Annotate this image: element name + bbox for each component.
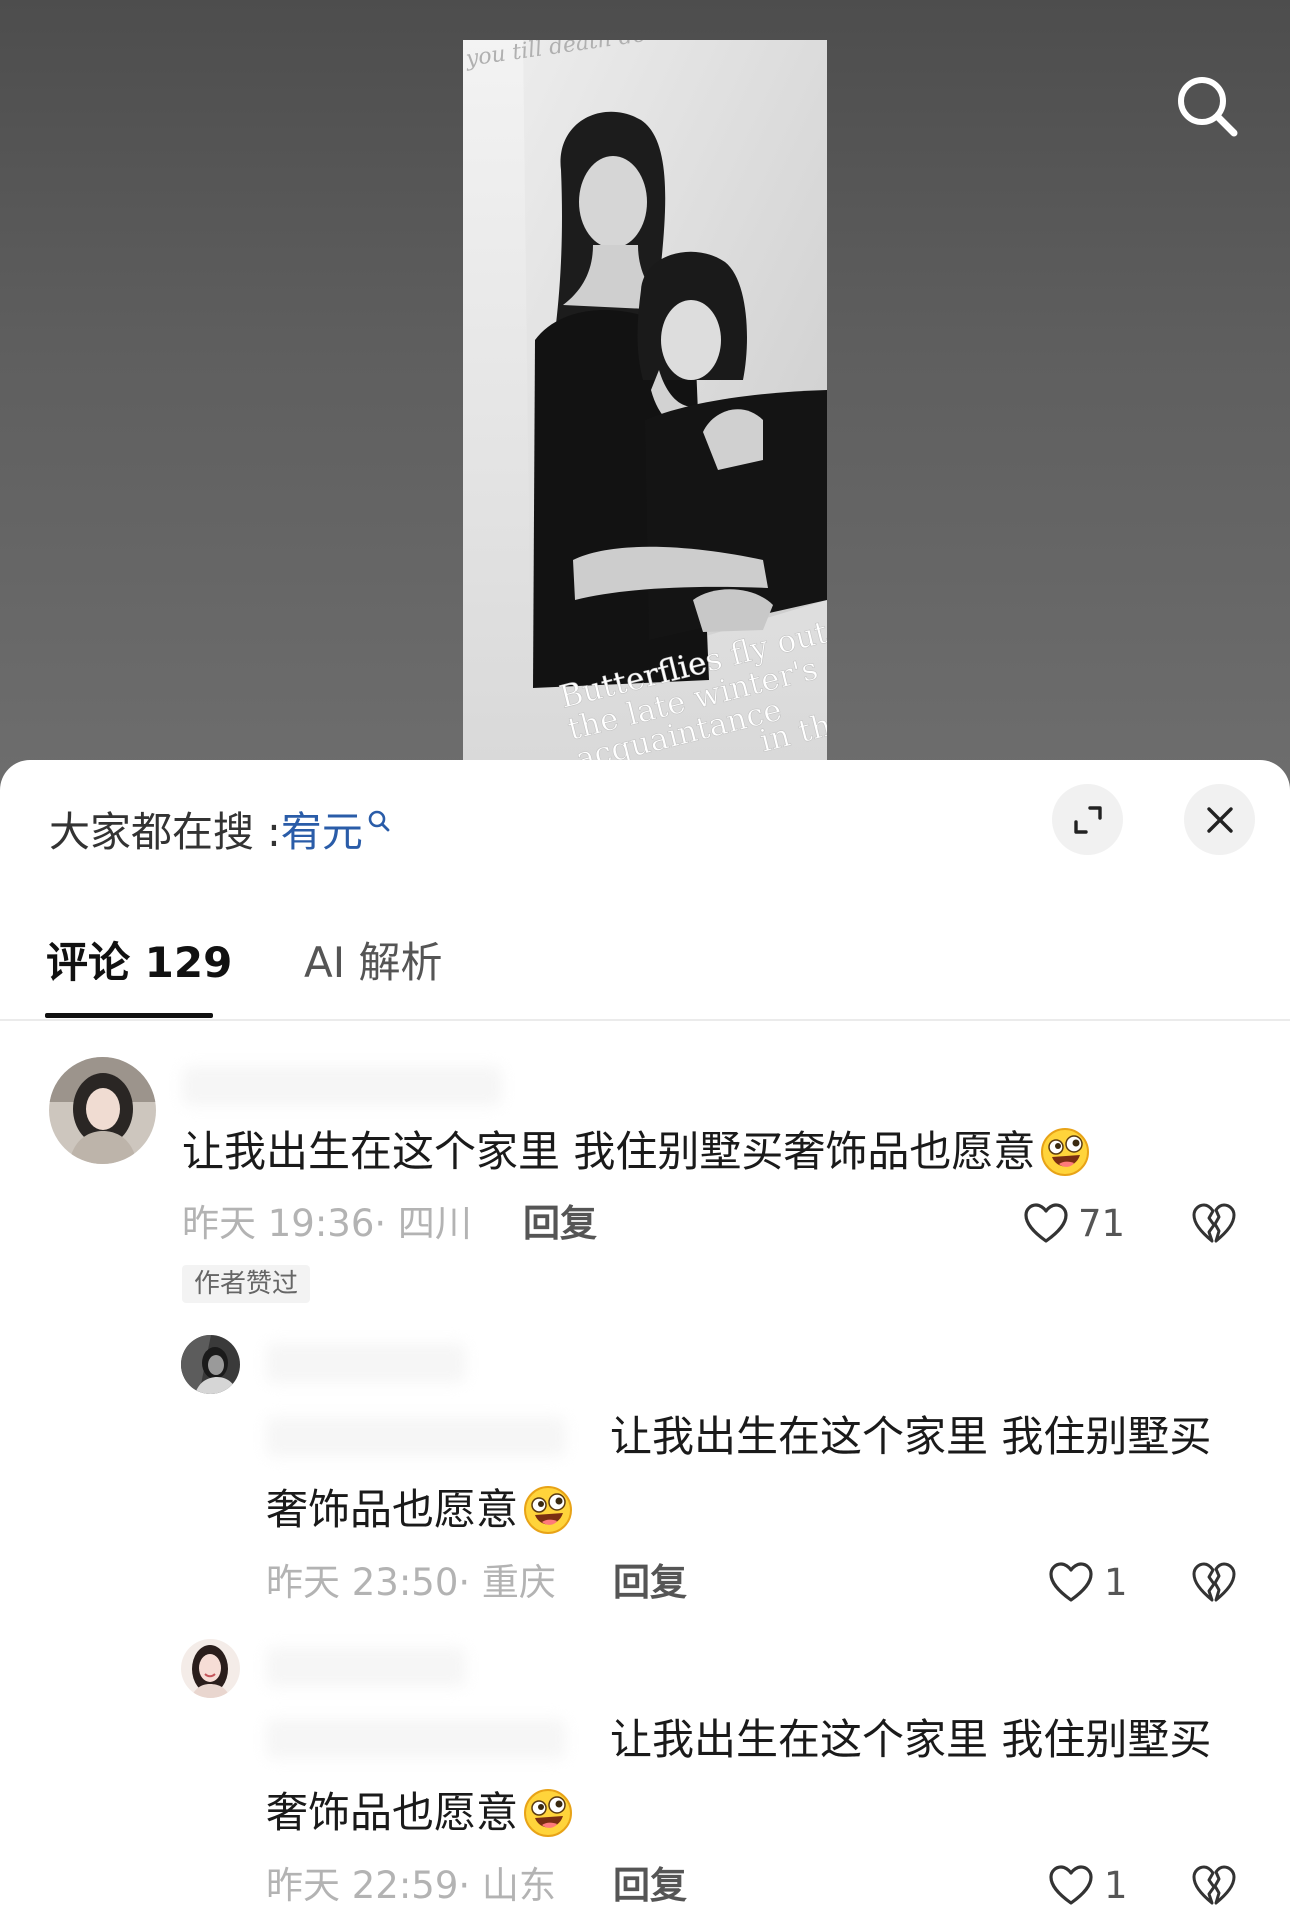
blurred-username bbox=[266, 1647, 466, 1687]
broken-heart-icon[interactable] bbox=[1190, 1862, 1238, 1910]
tab-divider bbox=[0, 1019, 1290, 1021]
hot-search-keyword-link[interactable]: 宥元 bbox=[281, 808, 363, 856]
author-liked-badge: 作者赞过 bbox=[182, 1265, 311, 1303]
poster-photo: you till death do Butterflies fly out th… bbox=[463, 40, 827, 760]
reply-text-line: 让我出生在这个家里 我住别墅买 bbox=[610, 1412, 1212, 1461]
like-count: 1 bbox=[1104, 1561, 1128, 1604]
comment-text: 让我出生在这个家里 我住别墅买奢饰品也愿意 bbox=[182, 1122, 1091, 1182]
like-count: 1 bbox=[1104, 1864, 1128, 1907]
reply-button[interactable]: 回复 bbox=[613, 1864, 687, 1908]
like-count: 71 bbox=[1078, 1202, 1126, 1245]
heart-icon[interactable] bbox=[1022, 1200, 1070, 1248]
tab-ai-analysis[interactable]: AI 解析 bbox=[304, 939, 442, 987]
comment-text-content: 让我出生在这个家里 我住别墅买奢饰品也愿意 bbox=[182, 1127, 1036, 1176]
hot-search-label: 大家都在搜 : bbox=[49, 808, 281, 856]
close-icon bbox=[1206, 806, 1233, 833]
expand-icon bbox=[1073, 805, 1102, 834]
search-icon[interactable] bbox=[1172, 71, 1242, 141]
reply-item: 让我出生在这个家里 我住别墅买 奢饰品也愿意 昨天 22:59· 山东 回复 1 bbox=[0, 1639, 1290, 1909]
grinning-squint-emoji-icon bbox=[1041, 1128, 1090, 1176]
reply-text-content: 奢饰品也愿意 bbox=[266, 1485, 519, 1534]
video-poster-image[interactable]: you till death do Butterflies fly out th… bbox=[463, 40, 827, 760]
reply-button[interactable]: 回复 bbox=[523, 1202, 597, 1246]
grinning-squint-emoji-icon bbox=[524, 1486, 573, 1534]
hot-search-row: 大家都在搜 : 宥元 bbox=[49, 808, 391, 856]
avatar[interactable] bbox=[181, 1335, 240, 1394]
tab-comments[interactable]: 评论 129 bbox=[46, 939, 232, 987]
reply-item: 让我出生在这个家里 我住别墅买 奢饰品也愿意 昨天 23:50· 重庆 回复 1 bbox=[0, 1335, 1290, 1605]
reply-text-content: 奢饰品也愿意 bbox=[266, 1788, 519, 1837]
reply-text-line: 奢饰品也愿意 bbox=[266, 1480, 574, 1540]
grinning-squint-emoji-icon bbox=[524, 1789, 573, 1837]
comment-meta: 昨天 22:59· 山东 bbox=[266, 1864, 556, 1907]
reply-button[interactable]: 回复 bbox=[613, 1561, 687, 1605]
blurred-mention bbox=[266, 1417, 566, 1457]
tab-comments-count: 129 bbox=[144, 938, 233, 987]
blurred-username bbox=[182, 1066, 502, 1106]
active-tab-indicator bbox=[45, 1013, 213, 1018]
reply-text-line: 让我出生在这个家里 我住别墅买 bbox=[610, 1715, 1212, 1764]
broken-heart-icon[interactable] bbox=[1190, 1559, 1238, 1607]
search-icon[interactable] bbox=[367, 809, 391, 833]
close-button[interactable] bbox=[1184, 784, 1255, 855]
comment-meta: 昨天 23:50· 重庆 bbox=[266, 1561, 556, 1604]
expand-button[interactable] bbox=[1052, 784, 1123, 855]
reply-text-line: 奢饰品也愿意 bbox=[266, 1783, 574, 1843]
blurred-mention bbox=[266, 1719, 566, 1759]
comment-item: 让我出生在这个家里 我住别墅买奢饰品也愿意 昨天 19:36· 四川 回复 71… bbox=[0, 1057, 1290, 1327]
avatar[interactable] bbox=[181, 1639, 240, 1698]
comments-sheet: 大家都在搜 : 宥元 评论 129 AI 解析 让我出生在这个家里 我住别墅买奢… bbox=[0, 760, 1290, 1913]
heart-icon[interactable] bbox=[1047, 1559, 1095, 1607]
broken-heart-icon[interactable] bbox=[1190, 1200, 1238, 1248]
tab-comments-label: 评论 bbox=[46, 938, 131, 987]
comment-meta: 昨天 19:36· 四川 bbox=[182, 1202, 472, 1245]
blurred-username bbox=[266, 1343, 466, 1383]
avatar[interactable] bbox=[49, 1057, 156, 1164]
heart-icon[interactable] bbox=[1047, 1862, 1095, 1910]
